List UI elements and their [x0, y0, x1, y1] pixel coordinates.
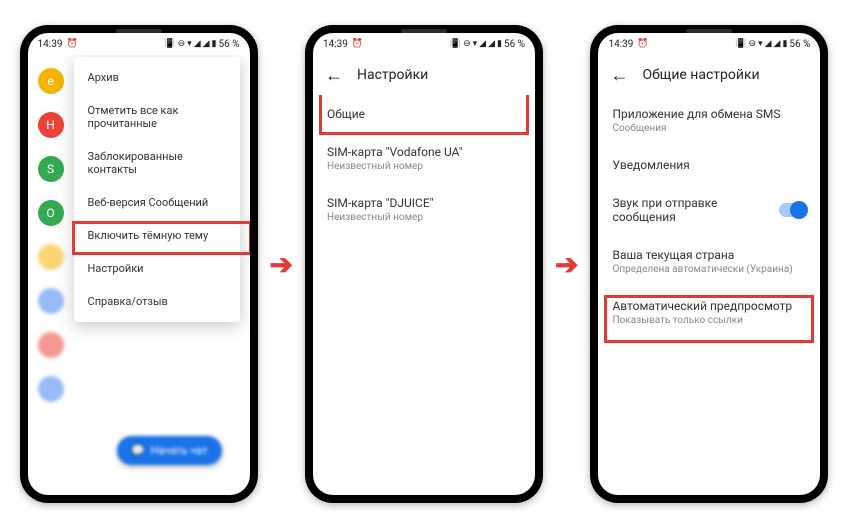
arrow-icon: ➔ — [555, 248, 578, 281]
phone-3: 14:39 ⏰ 📳 ⊖ ▾ ◢ ◢ ▮ 56 % ← Общие настрой… — [590, 25, 828, 503]
avatar — [38, 288, 64, 314]
chat-row[interactable] — [28, 323, 250, 367]
app-bar: ← Настройки — [313, 55, 535, 95]
preview-title: Автоматический предпросмотр — [612, 299, 806, 313]
battery-icon: ▮ — [497, 40, 502, 49]
sms-app-sub: Сообщения — [612, 123, 806, 134]
status-bar: 14:39 ⏰ 📳 ⊖ ▾ ◢ ◢ ▮ 56 % — [313, 33, 535, 55]
content-area: eeSHcHHВсSSFHaOO:Bl 37 07 💬 Начать чат А… — [28, 55, 250, 495]
settings-sim2[interactable]: SIM-карта "DJUICE" Неизвестный номер — [313, 184, 535, 235]
menu-settings[interactable]: Настройки — [74, 252, 240, 285]
screen-2: 14:39 ⏰ 📳 ⊖ ▾ ◢ ◢ ▮ 56 % ← Настройки Общ… — [313, 33, 535, 495]
fab-label: Начать чат — [151, 444, 208, 457]
battery-icon: ▮ — [212, 40, 217, 49]
sim2-sub: Неизвестный номер — [327, 212, 521, 223]
status-bar: 14:39 ⏰ 📳 ⊖ ▾ ◢ ◢ ▮ 56 % — [28, 33, 250, 55]
dnd-icon: ⊖ — [178, 40, 186, 49]
alarm-icon: ⏰ — [66, 40, 77, 49]
back-icon[interactable]: ← — [610, 65, 628, 86]
settings-sms-app[interactable]: Приложение для обмена SMS Сообщения — [598, 95, 820, 146]
signal-icon: ◢ — [194, 40, 201, 49]
alarm-icon: ⏰ — [637, 40, 648, 49]
wifi-icon: ▾ — [758, 40, 763, 49]
status-time: 14:39 — [608, 39, 633, 50]
settings-country[interactable]: Ваша текущая страна Определена автоматич… — [598, 236, 820, 287]
battery-pct: 56 % — [789, 39, 810, 50]
avatar — [38, 244, 64, 270]
menu-blocked[interactable]: Заблокированные контакты — [74, 140, 240, 186]
battery-icon: ▮ — [782, 40, 787, 49]
chat-icon: 💬 — [131, 444, 145, 457]
sound-toggle[interactable] — [779, 203, 806, 217]
sim1-title: SIM-карта "Vodafone UA" — [327, 145, 521, 159]
signal-icon: ◢ — [488, 40, 495, 49]
settings-preview[interactable]: Автоматический предпросмотр Показывать т… — [598, 287, 820, 338]
page-title: Общие настройки — [642, 67, 759, 83]
sim1-sub: Неизвестный номер — [327, 161, 521, 172]
battery-pct: 56 % — [218, 39, 239, 50]
signal-icon: ◢ — [774, 40, 781, 49]
signal-icon: ◢ — [203, 40, 210, 49]
menu-web[interactable]: Веб-версия Сообщений — [74, 186, 240, 219]
signal-icon: ◢ — [765, 40, 772, 49]
avatar: O — [38, 200, 64, 226]
phone-2: 14:39 ⏰ 📳 ⊖ ▾ ◢ ◢ ▮ 56 % ← Настройки Общ… — [305, 25, 543, 503]
status-bar: 14:39 ⏰ 📳 ⊖ ▾ ◢ ◢ ▮ 56 % — [598, 33, 820, 55]
screen-1: 14:39 ⏰ 📳 ⊖ ▾ ◢ ◢ ▮ 56 % eeSHcHHВсSSFHaO… — [28, 33, 250, 495]
vibrate-icon: 📳 — [164, 40, 175, 49]
wifi-icon: ▾ — [473, 40, 478, 49]
menu-dark[interactable]: Включить тёмную тему — [74, 219, 240, 252]
avatar: S — [38, 156, 64, 182]
battery-pct: 56 % — [504, 39, 525, 50]
content-area: Общие SIM-карта "Vodafone UA" Неизвестны… — [313, 95, 535, 495]
content-area: Приложение для обмена SMS Сообщения Увед… — [598, 95, 820, 495]
settings-sim1[interactable]: SIM-карта "Vodafone UA" Неизвестный номе… — [313, 133, 535, 184]
wifi-icon: ▾ — [187, 40, 192, 49]
back-icon[interactable]: ← — [325, 65, 343, 86]
compose-fab[interactable]: 💬 Начать чат — [117, 436, 222, 465]
avatar — [38, 332, 64, 358]
menu-help[interactable]: Справка/отзыв — [74, 285, 240, 318]
vibrate-icon: 📳 — [735, 40, 746, 49]
sound-label: Звук при отправке сообщения — [612, 196, 779, 224]
vibrate-icon: 📳 — [450, 40, 461, 49]
menu-mark-read[interactable]: Отметить все как прочитанные — [74, 94, 240, 140]
country-sub: Определена автоматически (Украина) — [612, 264, 806, 275]
status-time: 14:39 — [38, 39, 63, 50]
app-bar: ← Общие настройки — [598, 55, 820, 95]
country-title: Ваша текущая страна — [612, 248, 806, 262]
notifications-label: Уведомления — [612, 158, 806, 172]
dnd-icon: ⊖ — [463, 40, 471, 49]
arrow-icon: ➔ — [270, 248, 293, 281]
sms-app-title: Приложение для обмена SMS — [612, 107, 806, 121]
chat-row[interactable] — [28, 367, 250, 411]
avatar: H — [38, 112, 64, 138]
settings-general-label: Общие — [327, 107, 521, 121]
screen-3: 14:39 ⏰ 📳 ⊖ ▾ ◢ ◢ ▮ 56 % ← Общие настрой… — [598, 33, 820, 495]
settings-general[interactable]: Общие — [313, 95, 535, 133]
settings-sound[interactable]: Звук при отправке сообщения — [598, 184, 820, 236]
alarm-icon: ⏰ — [352, 40, 363, 49]
sim2-title: SIM-карта "DJUICE" — [327, 196, 521, 210]
avatar — [38, 376, 64, 402]
menu-archive[interactable]: Архив — [74, 61, 240, 94]
settings-notifications[interactable]: Уведомления — [598, 146, 820, 184]
avatar: e — [38, 68, 64, 94]
phone-1: 14:39 ⏰ 📳 ⊖ ▾ ◢ ◢ ▮ 56 % eeSHcHHВсSSFHaO… — [20, 25, 258, 503]
signal-icon: ◢ — [479, 40, 486, 49]
dnd-icon: ⊖ — [749, 40, 757, 49]
page-title: Настройки — [357, 67, 428, 83]
overflow-menu: Архив Отметить все как прочитанные Забло… — [74, 57, 240, 322]
status-time: 14:39 — [323, 39, 348, 50]
preview-sub: Показывать только ссылки — [612, 315, 806, 326]
